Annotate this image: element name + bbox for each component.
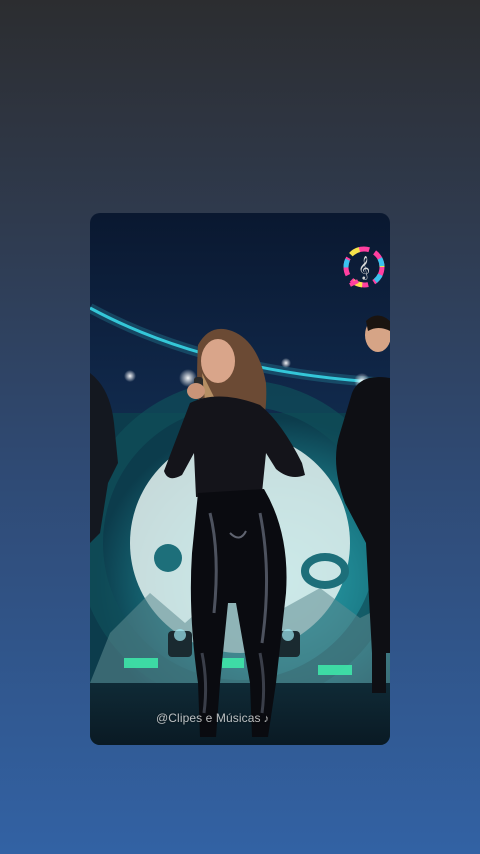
watermark-text: @Clipes e Músicas (156, 711, 261, 725)
svg-text:𝄞: 𝄞 (358, 255, 370, 280)
music-note-icon: ♪ (263, 713, 270, 725)
story-video-frame[interactable]: 𝄞 @Clipes e Músicas ♪ (90, 213, 390, 745)
channel-logo-icon: 𝄞 (343, 246, 385, 288)
watermark-handle: @Clipes e Músicas ♪ (156, 711, 269, 725)
